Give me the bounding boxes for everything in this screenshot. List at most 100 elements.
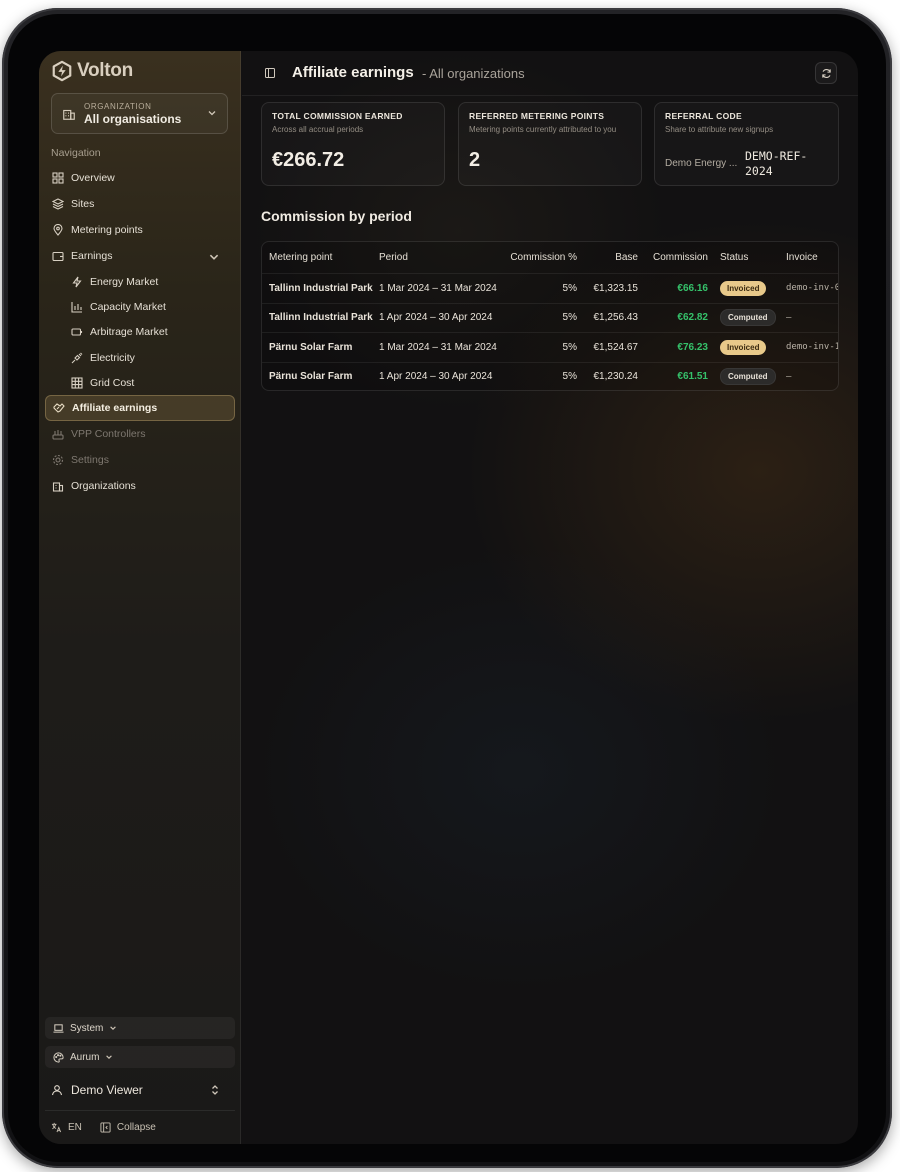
cell-metering-point: Tallinn Industrial Park — [269, 282, 373, 294]
card-title: TOTAL COMMISSION EARNED — [272, 111, 403, 121]
theme-name-select[interactable]: Aurum — [45, 1046, 235, 1068]
logo-text: Volton — [77, 60, 133, 81]
cell-status: Invoiced — [720, 274, 767, 303]
sidebar-item-label: Electricity — [90, 351, 135, 364]
logo[interactable]: Volton — [51, 59, 133, 83]
column-header-base[interactable]: Base — [577, 242, 638, 273]
total-commission-value: €266.72 — [272, 149, 345, 171]
sidebar-item-label: Earnings — [71, 250, 113, 262]
referral-code-value[interactable]: DEMO-REF-2024 — [745, 149, 825, 179]
cell-commission: €62.82 — [677, 312, 708, 324]
theme-name-label: Aurum — [70, 1051, 100, 1063]
bar-chart-icon — [71, 301, 82, 313]
cell-commission-pct: 5% — [562, 312, 577, 324]
table-row[interactable]: Tallinn Industrial Park 1 Mar 2024 – 31 … — [262, 273, 838, 303]
sidebar-item-label: Grid Cost — [90, 376, 135, 389]
chevron-down-icon — [110, 1026, 117, 1030]
total-commission-card: TOTAL COMMISSION EARNED Across all accru… — [261, 102, 445, 186]
sidebar-toggle-icon[interactable] — [265, 68, 275, 78]
organization-name: All organisations — [84, 111, 182, 126]
language-button[interactable]: EN — [68, 1122, 82, 1133]
cell-period: 1 Apr 2024 – 30 Apr 2024 — [379, 312, 493, 324]
bolt-icon — [72, 276, 82, 287]
collapse-icon[interactable] — [100, 1121, 111, 1133]
sidebar-item-sites[interactable]: Sites — [45, 191, 235, 217]
cell-period: 1 Mar 2024 – 31 Mar 2024 — [379, 282, 497, 294]
translate-icon[interactable] — [51, 1122, 62, 1133]
chevron-down-icon[interactable] — [208, 251, 220, 263]
sidebar-item-energy-market[interactable]: Energy Market — [45, 269, 235, 294]
sidebar-item-capacity-market[interactable]: Capacity Market — [45, 294, 235, 319]
sidebar-item-label: Arbitrage Market — [90, 326, 168, 339]
cell-metering-point: Tallinn Industrial Park — [269, 312, 373, 324]
cell-status: Computed — [720, 304, 776, 333]
tablet-frame: Volton ORGANIZATION All organisations Na… — [2, 8, 892, 1168]
cell-base: €1,524.67 — [593, 341, 639, 353]
sidebar-item-label: Metering points — [71, 224, 143, 236]
sidebar-item-settings[interactable]: Settings — [45, 447, 235, 473]
map-pin-icon — [53, 224, 63, 236]
page-subtitle: - All organizations — [422, 66, 525, 81]
chevron-down-icon — [106, 1055, 113, 1059]
sidebar-item-organizations[interactable]: Organizations — [45, 473, 235, 499]
table-row[interactable]: Tallinn Industrial Park 1 Apr 2024 – 30 … — [262, 302, 838, 333]
table-row[interactable]: Pärnu Solar Farm 1 Mar 2024 – 31 Mar 202… — [262, 332, 838, 362]
app-screen: Volton ORGANIZATION All organisations Na… — [39, 51, 858, 1144]
refresh-button[interactable] — [815, 62, 837, 84]
card-subtitle: Metering points currently attributed to … — [469, 125, 617, 134]
laptop-icon — [53, 1023, 64, 1033]
sidebar-item-overview[interactable]: Overview — [45, 165, 235, 191]
chevrons-up-down-icon — [212, 1085, 218, 1095]
card-title: REFERRED METERING POINTS — [469, 111, 605, 121]
cell-period: 1 Mar 2024 – 31 Mar 2024 — [379, 341, 497, 353]
sidebar-item-vpp-controllers[interactable]: VPP Controllers — [45, 421, 235, 447]
column-header-commission-pct[interactable]: Commission % — [492, 242, 577, 273]
building-icon — [52, 482, 64, 493]
sidebar-item-label: Organizations — [71, 480, 136, 493]
cell-invoice: — — [786, 371, 792, 382]
column-header-metering-point[interactable]: Metering point — [269, 242, 332, 273]
sidebar-item-arbitrage-market[interactable]: Arbitrage Market — [45, 320, 235, 345]
cell-invoice[interactable]: demo-inv-0 — [786, 274, 838, 303]
sidebar-item-grid-cost[interactable]: Grid Cost — [45, 370, 235, 395]
volton-logo-icon — [52, 60, 72, 82]
sidebar-item-metering-points[interactable]: Metering points — [45, 217, 235, 243]
handshake-icon — [53, 403, 65, 414]
column-header-commission[interactable]: Commission — [638, 242, 708, 273]
table-row[interactable]: Pärnu Solar Farm 1 Apr 2024 – 30 Apr 202… — [262, 361, 838, 391]
cell-metering-point: Pärnu Solar Farm — [269, 341, 353, 353]
grid-icon — [52, 172, 64, 184]
sidebar-footer: EN Collapse — [51, 1120, 156, 1134]
sidebar-item-earnings[interactable]: Earnings — [45, 243, 235, 269]
organization-label: ORGANIZATION — [84, 101, 152, 111]
cell-base: €1,230.24 — [593, 371, 639, 383]
cell-period: 1 Apr 2024 – 30 Apr 2024 — [379, 371, 493, 383]
column-header-invoice[interactable]: Invoice — [786, 242, 818, 273]
user-menu[interactable]: Demo Viewer — [51, 1081, 229, 1099]
referral-org-name: Demo Energy ... — [665, 158, 738, 169]
battery-icon — [71, 328, 83, 336]
page-header: Affiliate earnings - All organizations — [242, 51, 858, 96]
theme-mode-select[interactable]: System — [45, 1017, 235, 1039]
cell-base: €1,256.43 — [593, 312, 639, 324]
chevron-down-icon — [208, 111, 216, 116]
card-subtitle: Across all accrual periods — [272, 125, 364, 134]
cell-metering-point: Pärnu Solar Farm — [269, 371, 353, 383]
table-header-row: Metering point Period Commission % Base … — [262, 242, 838, 273]
organization-switcher[interactable]: ORGANIZATION All organisations — [51, 93, 228, 134]
refresh-icon — [821, 68, 831, 78]
status-badge: Computed — [720, 368, 776, 386]
wallet-icon — [52, 251, 64, 262]
sidebar-item-affiliate-earnings[interactable]: Affiliate earnings — [45, 395, 235, 422]
palette-icon — [53, 1051, 64, 1063]
column-header-status[interactable]: Status — [720, 242, 748, 273]
card-subtitle: Share to attribute new signups — [665, 125, 774, 134]
user-icon — [51, 1085, 63, 1096]
column-header-period[interactable]: Period — [379, 242, 408, 273]
cell-invoice[interactable]: demo-inv-1 — [786, 333, 838, 362]
sidebar-item-electricity[interactable]: Electricity — [45, 345, 235, 370]
collapse-button[interactable]: Collapse — [117, 1122, 156, 1133]
sidebar-item-label: Affiliate earnings — [72, 402, 158, 415]
sidebar-item-label: Capacity Market — [90, 300, 166, 313]
theme-mode-label: System — [70, 1022, 104, 1034]
